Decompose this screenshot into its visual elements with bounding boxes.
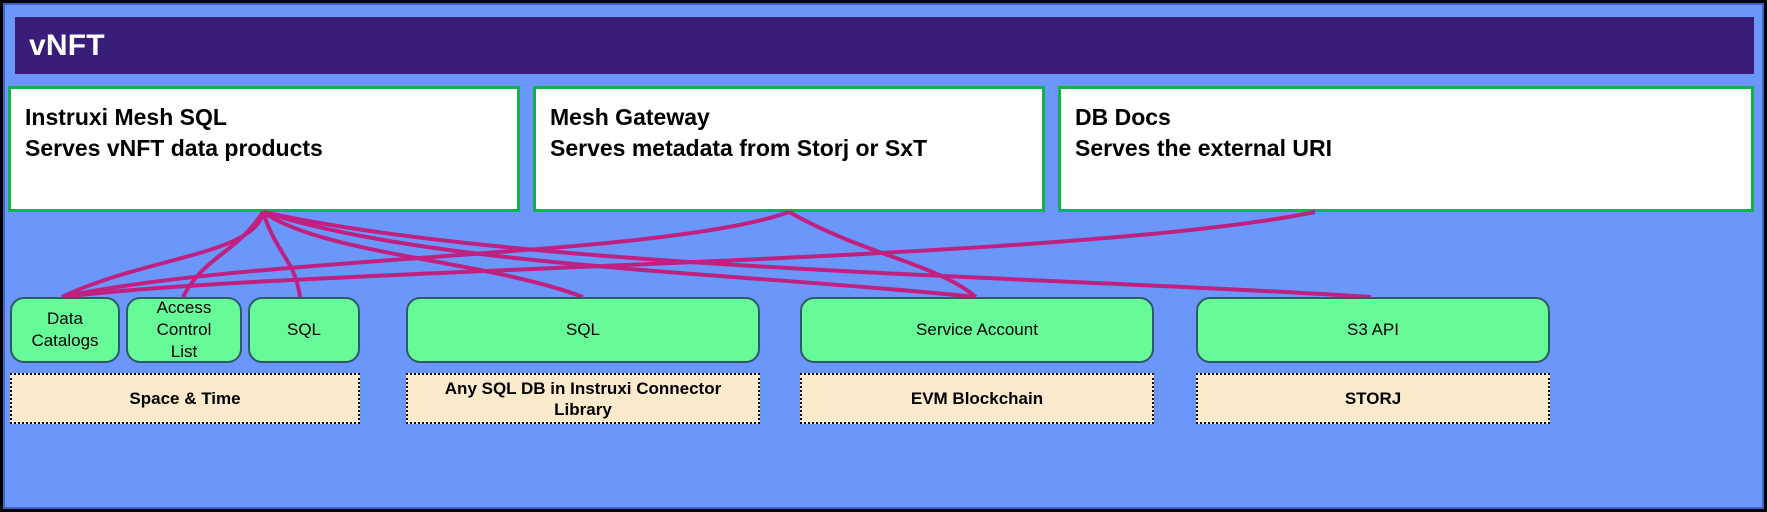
store-space-and-time[interactable]: Space & Time — [10, 373, 360, 424]
capability-label: S3 API — [1347, 320, 1399, 339]
capability-s3-api[interactable]: S3 API — [1196, 297, 1550, 363]
connector-mesh-sql-to-data-catalogs — [61, 211, 265, 299]
service-title: DB Docs — [1075, 104, 1171, 130]
connector-gateway-to-data-catalogs — [61, 210, 790, 299]
store-storj[interactable]: STORJ — [1196, 373, 1550, 424]
connector-mesh-sql-to-service-account — [262, 210, 977, 299]
vnft-title-bar: vNFT — [15, 17, 1754, 74]
capability-data-catalogs[interactable]: Data Catalogs — [10, 297, 120, 363]
capability-access-control-list[interactable]: Access Control List — [126, 297, 242, 363]
page-title: vNFT — [29, 28, 105, 62]
connector-mesh-sql-to-s3-api — [262, 210, 1372, 299]
service-subtitle: Serves vNFT data products — [25, 135, 323, 161]
store-label: Space & Time — [129, 389, 241, 408]
store-label: EVM Blockchain — [910, 389, 1044, 408]
store-label: Any SQL DB in Instruxi Connector Library — [444, 378, 722, 419]
connector-db-docs-to-data-catalogs — [61, 210, 1316, 299]
vnft-container: vNFT Instruxi Mesh SQL Serves vNFT data … — [3, 3, 1764, 509]
service-subtitle: Serves metadata from Storj or SxT — [550, 135, 928, 161]
service-card-mesh-gateway[interactable]: Mesh Gateway Serves metadata from Storj … — [533, 86, 1045, 212]
connector-lines — [61, 210, 1372, 299]
capability-sql-connector[interactable]: SQL — [406, 297, 760, 363]
connector-mesh-sql-to-access-control — [181, 210, 265, 298]
capability-label: Access Control List — [156, 298, 212, 361]
capability-label: Service Account — [916, 320, 1038, 339]
service-title: Mesh Gateway — [550, 104, 710, 130]
service-card-instruxi-mesh-sql[interactable]: Instruxi Mesh SQL Serves vNFT data produ… — [8, 86, 520, 212]
capability-label: SQL — [565, 320, 601, 339]
store-instruxi-connector-library[interactable]: Any SQL DB in Instruxi Connector Library — [406, 373, 760, 424]
connector-mesh-sql-to-sql-connector — [261, 210, 584, 299]
connector-gateway-to-service-account — [788, 210, 978, 299]
capability-label: SQL — [286, 320, 322, 339]
service-card-db-docs[interactable]: DB Docs Serves the external URI — [1058, 86, 1754, 212]
capability-service-account[interactable]: Service Account — [800, 297, 1154, 363]
connector-mesh-sql-to-sql-sxt — [261, 211, 302, 298]
service-subtitle: Serves the external URI — [1075, 135, 1332, 161]
store-evm-blockchain[interactable]: EVM Blockchain — [800, 373, 1154, 424]
service-title: Instruxi Mesh SQL — [25, 104, 227, 130]
capability-sql-sxt[interactable]: SQL — [248, 297, 360, 363]
store-label: STORJ — [1344, 389, 1402, 408]
capability-label: Data Catalogs — [31, 309, 99, 350]
diagram-canvas: vNFT Instruxi Mesh SQL Serves vNFT data … — [0, 0, 1767, 512]
